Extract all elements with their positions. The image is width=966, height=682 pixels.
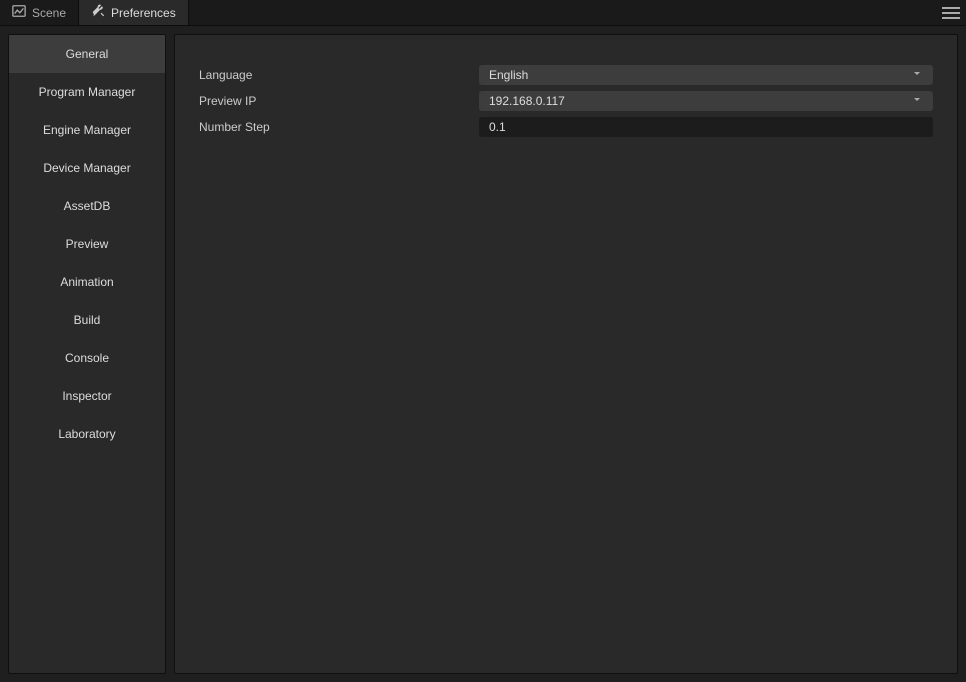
sidebar-item-label: Inspector	[62, 389, 111, 403]
sidebar-item-label: Build	[74, 313, 101, 327]
sidebar-item-label: Animation	[60, 275, 113, 289]
preview-ip-value: 192.168.0.117	[489, 94, 565, 108]
sidebar-item-inspector[interactable]: Inspector	[9, 377, 165, 415]
preferences-sidebar: General Program Manager Engine Manager D…	[8, 34, 166, 674]
tab-bar: Scene Preferences	[0, 0, 966, 26]
sidebar-item-general[interactable]: General	[9, 35, 165, 73]
chevron-down-icon	[911, 68, 923, 83]
sidebar-item-build[interactable]: Build	[9, 301, 165, 339]
form-row-language: Language English	[199, 63, 933, 87]
sidebar-item-preview[interactable]: Preview	[9, 225, 165, 263]
tab-scene[interactable]: Scene	[0, 0, 79, 25]
sidebar-item-label: Device Manager	[43, 161, 130, 175]
sidebar-item-device-manager[interactable]: Device Manager	[9, 149, 165, 187]
form-row-preview-ip: Preview IP 192.168.0.117	[199, 89, 933, 113]
sidebar-item-engine-manager[interactable]: Engine Manager	[9, 111, 165, 149]
language-label: Language	[199, 68, 479, 82]
preview-ip-label: Preview IP	[199, 94, 479, 108]
tools-icon	[91, 4, 105, 21]
sidebar-item-label: Console	[65, 351, 109, 365]
main-area: General Program Manager Engine Manager D…	[0, 26, 966, 682]
sidebar-item-laboratory[interactable]: Laboratory	[9, 415, 165, 453]
hamburger-menu-icon[interactable]	[942, 4, 960, 22]
language-value: English	[489, 68, 528, 82]
sidebar-item-label: Engine Manager	[43, 123, 131, 137]
preview-ip-select[interactable]: 192.168.0.117	[479, 91, 933, 111]
form-row-number-step: Number Step	[199, 115, 933, 139]
sidebar-item-console[interactable]: Console	[9, 339, 165, 377]
number-step-input[interactable]	[479, 117, 933, 137]
sidebar-item-label: Preview	[66, 237, 109, 251]
sidebar-item-label: AssetDB	[64, 199, 111, 213]
tab-label: Preferences	[111, 6, 176, 20]
chevron-down-icon	[911, 94, 923, 109]
scene-icon	[12, 4, 26, 21]
sidebar-item-label: Laboratory	[58, 427, 115, 441]
tab-preferences[interactable]: Preferences	[79, 0, 189, 25]
sidebar-item-program-manager[interactable]: Program Manager	[9, 73, 165, 111]
sidebar-item-label: Program Manager	[39, 85, 136, 99]
language-select[interactable]: English	[479, 65, 933, 85]
sidebar-item-label: General	[66, 47, 109, 61]
number-step-label: Number Step	[199, 120, 479, 134]
sidebar-item-assetdb[interactable]: AssetDB	[9, 187, 165, 225]
preferences-content: Language English Preview IP 192.168.0.11…	[174, 34, 958, 674]
sidebar-item-animation[interactable]: Animation	[9, 263, 165, 301]
tab-label: Scene	[32, 6, 66, 20]
